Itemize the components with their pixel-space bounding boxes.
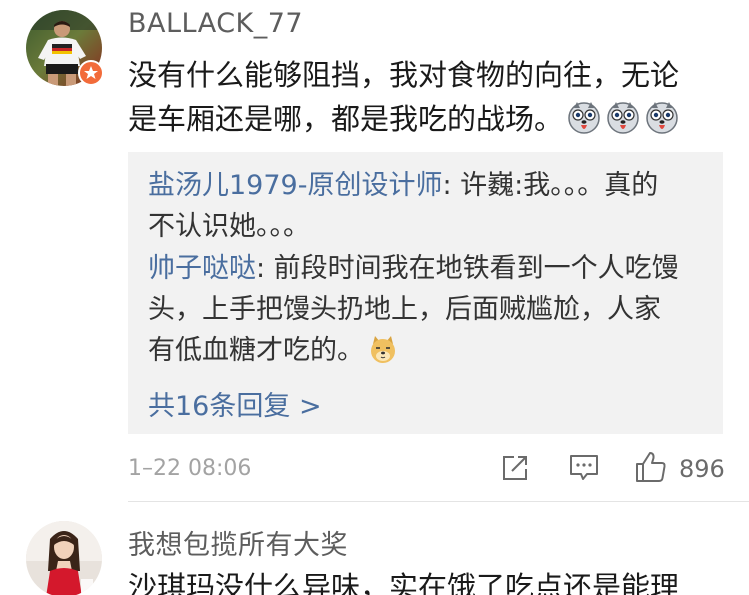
husky-emoji (566, 100, 602, 148)
comment-text-line: 没有什么能够阻挡，我对食物的向往，无论 (128, 58, 680, 92)
reply-text-line: 盐汤儿1979-原创设计师: 许巍:我。。。真的 (148, 170, 659, 201)
timestamp: 1–22 08:06 (128, 456, 252, 481)
like-count: 896 (679, 455, 725, 483)
comment-text-line: 沙琪玛没什么异味，实在饿了吃点还是能理 (128, 570, 680, 595)
reply-author[interactable]: 帅子哒哒 (148, 253, 256, 284)
reply-text-line: 不认识她。。。 (148, 211, 310, 242)
reply-text-line: 有低血糖才吃的。 (148, 330, 708, 378)
husky-emoji (605, 100, 641, 148)
username[interactable]: 我想包揽所有大奖 (128, 523, 348, 562)
divider (128, 501, 749, 502)
verified-badge-icon (78, 60, 104, 86)
reply-text-line: 头，上手把馒头扔地上，后面贼尴尬，人家 (148, 294, 661, 325)
comment-item: BALLACK_77 没有什么能够阻挡，我对食物的向往，无论 是车厢还是哪，都是… (0, 0, 749, 500)
comment-footer: 1–22 08:06 896 (128, 448, 725, 488)
reply-item: 帅子哒哒: 前段时间我在地铁看到一个人吃馒 头，上手把馒头扔地上，后面贼尴尬，人… (148, 248, 708, 378)
comment-item: 我想包揽所有大奖 沙琪玛没什么异味，实在饿了吃点还是能理 (0, 505, 749, 595)
comment-icon[interactable] (568, 453, 600, 483)
comment-text: 没有什么能够阻挡，我对食物的向往，无论 是车厢还是哪，都是我吃的战场。 (128, 53, 728, 148)
reply-text-line: 帅子哒哒: 前段时间我在地铁看到一个人吃馒 (148, 253, 679, 284)
comment-text: 沙琪玛没什么异味，实在饿了吃点还是能理 (128, 565, 728, 595)
reply-box[interactable]: 盐汤儿1979-原创设计师: 许巍:我。。。真的 不认识她。。。 帅子哒哒: 前… (128, 152, 723, 434)
reply-item: 盐汤儿1979-原创设计师: 许巍:我。。。真的 不认识她。。。 (148, 165, 708, 247)
husky-emoji (644, 100, 680, 148)
comment-text-line: 是车厢还是哪，都是我吃的战场。 (128, 97, 728, 148)
like-icon[interactable] (634, 450, 668, 484)
reply-author[interactable]: 盐汤儿1979-原创设计师 (148, 170, 442, 201)
username[interactable]: BALLACK_77 (128, 8, 303, 39)
doge-emoji (367, 334, 399, 378)
share-icon[interactable] (500, 453, 530, 483)
comment-feed: BALLACK_77 没有什么能够阻挡，我对食物的向往，无论 是车厢还是哪，都是… (0, 0, 749, 595)
more-replies-link[interactable]: 共16条回复 > (148, 384, 322, 423)
avatar[interactable] (26, 521, 102, 595)
